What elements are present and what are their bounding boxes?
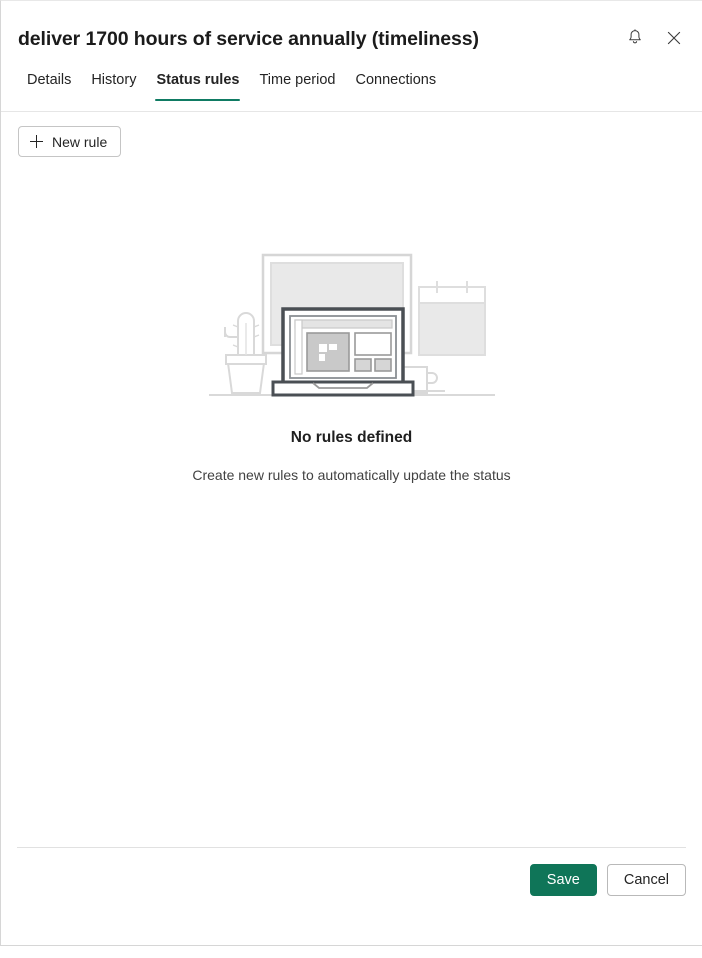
new-rule-label: New rule <box>52 133 108 150</box>
empty-state: No rules defined Create new rules to aut… <box>1 249 702 483</box>
bell-icon <box>627 29 643 49</box>
panel-header: deliver 1700 hours of service annually (… <box>1 1 702 63</box>
plus-icon <box>30 135 43 148</box>
tab-history[interactable]: History <box>81 63 146 101</box>
desk-scene-illustration <box>207 249 497 401</box>
header-actions <box>621 25 688 53</box>
panel-content: No rules defined Create new rules to aut… <box>1 157 702 847</box>
details-panel: deliver 1700 hours of service annually (… <box>0 0 702 946</box>
cancel-button[interactable]: Cancel <box>606 864 686 896</box>
tab-details[interactable]: Details <box>17 63 81 101</box>
tab-status-rules[interactable]: Status rules <box>146 63 249 101</box>
page-title: deliver 1700 hours of service annually (… <box>18 28 479 50</box>
new-rule-button[interactable]: New rule <box>18 126 122 157</box>
notifications-button[interactable] <box>621 25 649 53</box>
toolbar: New rule <box>1 112 702 157</box>
tab-list: Details History Status rules Time period… <box>1 63 702 112</box>
panel-footer: Save Cancel <box>17 847 686 945</box>
save-button[interactable]: Save <box>529 864 597 896</box>
empty-state-subtitle: Create new rules to automatically update… <box>192 467 511 483</box>
close-icon <box>667 31 681 48</box>
empty-state-title: No rules defined <box>290 429 413 446</box>
tab-time-period[interactable]: Time period <box>249 63 345 101</box>
close-button[interactable] <box>660 25 688 53</box>
tab-connections[interactable]: Connections <box>345 63 446 101</box>
